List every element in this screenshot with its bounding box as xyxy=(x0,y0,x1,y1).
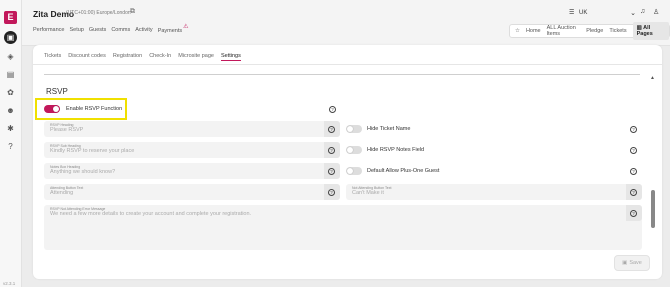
section-divider xyxy=(44,74,640,75)
field-help-box: ? xyxy=(626,205,642,221)
field-help-box: ? xyxy=(324,142,340,158)
app-logo[interactable]: E xyxy=(4,11,17,24)
allow-plus-one-label: Default Allow Plus-One Guest xyxy=(367,168,440,174)
warning-icon: ⚠ xyxy=(183,24,189,30)
save-button[interactable]: ▣ Save xyxy=(614,255,650,271)
bell-icon[interactable]: ♫ xyxy=(640,8,645,15)
hide-ticket-name-label: Hide Ticket Name xyxy=(367,126,411,132)
nav-comms[interactable]: Comms xyxy=(111,27,130,34)
field-help-box: ? xyxy=(324,184,340,200)
all-pages-label: All Pages xyxy=(636,25,653,37)
not-attending-message-input[interactable]: We need a few more details to create you… xyxy=(50,211,251,217)
nav-payments-label: Payments xyxy=(157,28,183,34)
tab-tickets[interactable]: Tickets xyxy=(44,53,61,61)
help-icon[interactable]: ? xyxy=(630,168,637,175)
quick-link-tickets[interactable]: Tickets xyxy=(609,28,626,34)
save-label: Save xyxy=(629,260,642,266)
rsvp-heading-input[interactable]: Please RSVP xyxy=(50,127,83,133)
nav-setup[interactable]: Setup xyxy=(70,27,84,34)
quick-link-auction[interactable]: ALL Auction Items xyxy=(547,25,581,37)
nav-payments[interactable]: Payments⚠ xyxy=(157,24,189,34)
layers-icon[interactable]: ◈ xyxy=(5,51,16,62)
help-icon[interactable]: ? xyxy=(328,167,335,175)
event-timezone: (UTC+01:00) Europe/London xyxy=(66,10,131,16)
attending-button-label: Attending Button Text xyxy=(50,185,84,190)
save-icon: ▣ xyxy=(622,260,628,266)
enable-rsvp-toggle[interactable] xyxy=(44,105,60,113)
not-attending-button-input[interactable]: Can't Make it xyxy=(352,190,384,196)
quick-link-pledge[interactable]: Pledge xyxy=(586,28,603,34)
quick-link-home[interactable]: Home xyxy=(526,28,541,34)
notes-box-heading-label: Notes Box Heading xyxy=(50,164,81,169)
help-icon[interactable]: ? xyxy=(630,147,637,154)
app-version: v2.3.1 xyxy=(3,281,16,286)
rsvp-sub-heading-field[interactable]: RSVP Sub Heading Kindly RSVP to reserve … xyxy=(44,142,340,158)
tab-registration[interactable]: Registration xyxy=(113,53,142,61)
language-select[interactable]: ☰ UK ⌄ xyxy=(564,8,636,19)
scroll-up-icon[interactable]: ▲ xyxy=(650,75,655,81)
allow-plus-one-toggle[interactable] xyxy=(346,167,362,175)
help-icon[interactable]: ? xyxy=(329,106,336,113)
rsvp-sub-heading-input[interactable]: Kindly RSVP to reserve your place xyxy=(50,148,134,154)
help-icon[interactable]: ? xyxy=(5,141,16,152)
main-nav: Performance Setup Guests Comms Activity … xyxy=(33,24,189,34)
nav-guests[interactable]: Guests xyxy=(89,27,106,34)
users-group-icon[interactable]: ✿ xyxy=(5,87,16,98)
help-icon[interactable]: ? xyxy=(630,126,637,133)
notes-box-heading-input[interactable]: Anything we should know? xyxy=(50,169,115,175)
enable-rsvp-label: Enable RSVP Function xyxy=(66,106,123,112)
calendar-icon[interactable]: ▣ xyxy=(4,31,17,44)
tab-settings[interactable]: Settings xyxy=(220,53,241,61)
field-help-box: ? xyxy=(324,163,340,179)
not-attending-message-field[interactable]: RSVP Not Attending Error Message We need… xyxy=(44,205,642,250)
scrollbar[interactable]: ▲ xyxy=(650,75,656,255)
attending-button-input[interactable]: Attending xyxy=(50,190,73,196)
not-attending-button-field[interactable]: Not Attending Button Text Can't Make it … xyxy=(346,184,642,200)
scroll-thumb[interactable] xyxy=(651,190,655,228)
help-icon[interactable]: ? xyxy=(328,125,335,133)
field-help-box: ? xyxy=(626,184,642,200)
not-attending-message-label: RSVP Not Attending Error Message xyxy=(50,206,106,211)
rsvp-section-title: RSVP xyxy=(46,87,68,96)
tab-bar: Tickets Discount codes Registration Chec… xyxy=(44,53,241,61)
help-icon[interactable]: ? xyxy=(630,188,637,196)
attending-button-field[interactable]: Attending Button Text Attending ? xyxy=(44,184,340,200)
hide-notes-field-toggle[interactable] xyxy=(346,146,362,154)
rsvp-sub-heading-label: RSVP Sub Heading xyxy=(50,143,81,148)
help-icon[interactable]: ? xyxy=(630,209,637,217)
tab-microsite-page[interactable]: Microsite page xyxy=(178,53,214,61)
help-icon[interactable]: ? xyxy=(328,146,335,154)
top-header: Zita Demo (UTC+01:00) Europe/London ⧉ Pe… xyxy=(22,0,670,46)
help-icon[interactable]: ? xyxy=(328,188,335,196)
notes-box-heading-field[interactable]: Notes Box Heading Anything we should kno… xyxy=(44,163,340,179)
rsvp-heading-label: RSVP Heading xyxy=(50,122,74,127)
user-icon[interactable]: ♙ xyxy=(653,8,659,16)
tab-discount-codes[interactable]: Discount codes xyxy=(68,53,106,61)
star-icon[interactable]: ☆ xyxy=(515,28,520,34)
sidebar: E ▣ ◈ ▤ ✿ ☻ ✱ ? v2.3.1 xyxy=(0,0,22,287)
chevron-down-icon: ⌄ xyxy=(630,10,636,17)
flag-icon: ☰ xyxy=(569,10,575,16)
nav-performance[interactable]: Performance xyxy=(33,27,65,34)
gear-icon[interactable]: ✱ xyxy=(5,123,16,134)
tab-check-in[interactable]: Check-In xyxy=(149,53,171,61)
field-help-box: ? xyxy=(324,121,340,137)
quick-links-bar: ☆ Home ALL Auction Items Pledge Tickets … xyxy=(509,22,670,40)
all-pages-button[interactable]: ▥ All Pages xyxy=(632,22,669,40)
external-link-icon[interactable]: ⧉ xyxy=(130,8,135,16)
not-attending-button-label: Not Attending Button Text xyxy=(352,185,392,190)
people-icon[interactable]: ☻ xyxy=(5,105,16,116)
hide-notes-field-label: Hide RSVP Notes Field xyxy=(367,147,425,153)
rsvp-heading-field[interactable]: RSVP Heading Please RSVP ? xyxy=(44,121,340,137)
hide-ticket-name-toggle[interactable] xyxy=(346,125,362,133)
nav-activity[interactable]: Activity xyxy=(135,27,152,34)
tab-divider xyxy=(33,64,662,65)
language-code: UK xyxy=(579,10,588,16)
document-icon[interactable]: ▤ xyxy=(5,69,16,80)
